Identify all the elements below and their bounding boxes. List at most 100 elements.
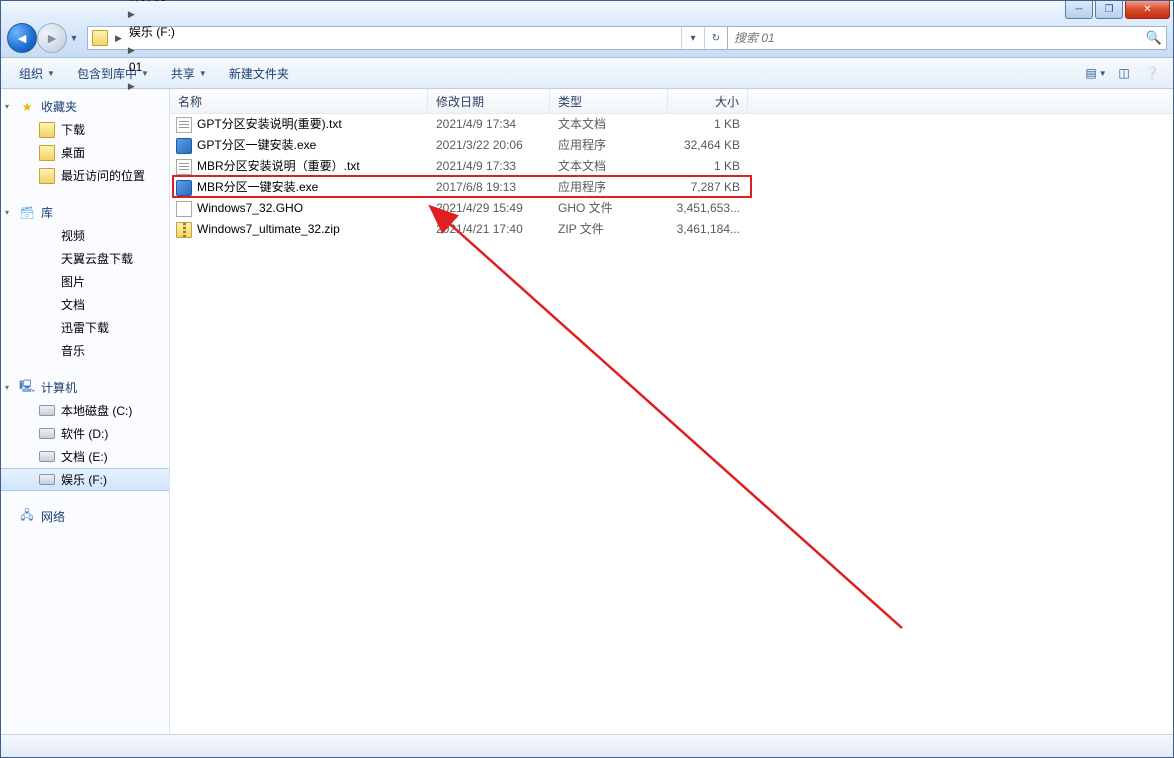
sidebar-item-label: 本地磁盘 (C:): [61, 402, 132, 419]
computer-icon: 🖳: [19, 380, 35, 396]
address-dropdown[interactable]: ▾: [681, 27, 704, 49]
column-header-type[interactable]: 类型: [550, 89, 668, 113]
exe-file-icon: [176, 180, 192, 196]
file-row[interactable]: Windows7_ultimate_32.zip2021/4/21 17:40Z…: [170, 219, 1173, 240]
search-input[interactable]: [732, 30, 1142, 46]
sidebar-item[interactable]: 最近访问的位置: [1, 164, 169, 187]
nav-buttons: ◄ ► ▼: [1, 23, 81, 53]
sidebar-item[interactable]: 本地磁盘 (C:): [1, 399, 169, 422]
sidebar-group-libraries: ▾ 🗃 库 视频天翼云盘下载图片文档迅雷下载音乐: [1, 201, 169, 362]
forward-button[interactable]: ►: [37, 23, 67, 53]
folder-icon: [39, 122, 55, 138]
lib-icon: [39, 297, 55, 313]
window-controls: ─ ❐ ✕: [1065, 1, 1170, 19]
file-type: GHO 文件: [550, 198, 668, 219]
sidebar-item[interactable]: 娱乐 (F:): [1, 468, 169, 491]
file-name: Windows7_32.GHO: [197, 198, 303, 219]
maximize-button[interactable]: ❐: [1095, 1, 1123, 19]
file-name: GPT分区安装说明(重要).txt: [197, 114, 342, 135]
history-dropdown[interactable]: ▼: [67, 24, 81, 52]
titlebar: ─ ❐ ✕ ◄ ► ▼ ▶ 计算机▶娱乐 (F:)▶01▶ ▾ ↻ 🔍: [1, 1, 1173, 58]
drive-icon: [39, 451, 55, 462]
file-row[interactable]: GPT分区一键安装.exe2021/3/22 20:06应用程序32,464 K…: [170, 135, 1173, 156]
new-folder-button[interactable]: 新建文件夹: [219, 61, 299, 86]
minimize-icon: ─: [1075, 4, 1082, 15]
zip-file-icon: [176, 222, 192, 238]
file-row[interactable]: MBR分区一键安装.exe2017/6/8 19:13应用程序7,287 KB: [170, 177, 1173, 198]
sidebar-item-label: 桌面: [61, 144, 85, 161]
lib-icon: [39, 274, 55, 290]
sidebar-item-label: 图片: [61, 273, 85, 290]
back-button[interactable]: ◄: [7, 23, 37, 53]
file-size: 3,461,184...: [668, 219, 748, 240]
view-menu[interactable]: ▤▼: [1083, 62, 1109, 84]
file-type: ZIP 文件: [550, 219, 668, 240]
sidebar-header-libraries[interactable]: ▾ 🗃 库: [1, 201, 169, 224]
search-box[interactable]: 🔍: [728, 26, 1167, 50]
sidebar-item-label: 软件 (D:): [61, 425, 108, 442]
chevron-down-icon: ▼: [199, 69, 207, 78]
chevron-down-icon: ▾: [690, 33, 695, 44]
file-type: 应用程序: [550, 135, 668, 156]
sidebar-item[interactable]: 文档: [1, 293, 169, 316]
lib-icon: [39, 251, 55, 267]
sidebar-item[interactable]: 软件 (D:): [1, 422, 169, 445]
folder-icon: [39, 145, 55, 161]
tree-collapse-icon[interactable]: ▾: [5, 208, 9, 217]
file-date: 2021/4/9 17:34: [428, 114, 550, 135]
sidebar-item[interactable]: 视频: [1, 224, 169, 247]
sidebar-header-computer[interactable]: ▾ 🖳 计算机: [1, 376, 169, 399]
address-search-wrap: ▶ 计算机▶娱乐 (F:)▶01▶ ▾ ↻ 🔍: [87, 26, 1167, 50]
sidebar-item-label: 娱乐 (F:): [61, 471, 107, 488]
lib-icon: [39, 320, 55, 336]
file-date: 2021/4/9 17:33: [428, 156, 550, 177]
tree-collapse-icon[interactable]: ▾: [5, 102, 9, 111]
chevron-right-icon[interactable]: ▶: [125, 9, 138, 19]
file-size: 32,464 KB: [668, 135, 748, 156]
column-header-date[interactable]: 修改日期: [428, 89, 550, 113]
sidebar-item-label: 下载: [61, 121, 85, 138]
sidebar-item[interactable]: 图片: [1, 270, 169, 293]
help-button[interactable]: ❔: [1139, 62, 1165, 84]
sidebar-header-network[interactable]: 🖧 网络: [1, 505, 169, 528]
exe-file-icon: [176, 138, 192, 154]
breadcrumb-segment[interactable]: 01: [125, 56, 179, 78]
txt-file-icon: [176, 159, 192, 175]
file-row[interactable]: GPT分区安装说明(重要).txt2021/4/9 17:34文本文档1 KB: [170, 114, 1173, 135]
tree-collapse-icon[interactable]: ▾: [5, 383, 9, 392]
sidebar-item[interactable]: 桌面: [1, 141, 169, 164]
body: ▾ ★ 收藏夹 下载桌面最近访问的位置 ▾ 🗃 库 视频天翼云盘下载图片文档迅雷…: [1, 89, 1173, 734]
address-bar[interactable]: ▶ 计算机▶娱乐 (F:)▶01▶ ▾ ↻: [87, 26, 728, 50]
sidebar-label: 计算机: [41, 379, 77, 396]
file-size: 1 KB: [668, 156, 748, 177]
column-headers: 名称 修改日期 类型 大小: [170, 89, 1173, 114]
sidebar-item[interactable]: 下载: [1, 118, 169, 141]
file-name: Windows7_ultimate_32.zip: [197, 219, 340, 240]
sidebar-header-favorites[interactable]: ▾ ★ 收藏夹: [1, 95, 169, 118]
sidebar-item-label: 视频: [61, 227, 85, 244]
file-row[interactable]: MBR分区安装说明（重要）.txt2021/4/9 17:33文本文档1 KB: [170, 156, 1173, 177]
sidebar-item[interactable]: 音乐: [1, 339, 169, 362]
sidebar-item[interactable]: 天翼云盘下载: [1, 247, 169, 270]
navigation-pane[interactable]: ▾ ★ 收藏夹 下载桌面最近访问的位置 ▾ 🗃 库 视频天翼云盘下载图片文档迅雷…: [1, 89, 170, 734]
minimize-button[interactable]: ─: [1065, 1, 1093, 19]
organize-label: 组织: [19, 65, 43, 82]
sidebar-label: 库: [41, 204, 53, 221]
refresh-icon: ↻: [712, 33, 720, 44]
organize-menu[interactable]: 组织▼: [9, 61, 65, 86]
breadcrumb-segment[interactable]: 计算机: [125, 0, 179, 6]
breadcrumb-segment[interactable]: 娱乐 (F:): [125, 20, 179, 42]
chevron-right-icon[interactable]: ▶: [112, 33, 125, 44]
sidebar-item[interactable]: 迅雷下载: [1, 316, 169, 339]
close-button[interactable]: ✕: [1125, 1, 1170, 19]
refresh-button[interactable]: ↻: [704, 27, 727, 49]
file-row[interactable]: Windows7_32.GHO2021/4/29 15:49GHO 文件3,45…: [170, 198, 1173, 219]
column-header-name[interactable]: 名称: [170, 89, 428, 113]
chevron-right-icon[interactable]: ▶: [125, 45, 138, 55]
preview-pane-toggle[interactable]: ◫: [1111, 62, 1137, 84]
chevron-right-icon[interactable]: ▶: [125, 81, 138, 91]
column-header-size[interactable]: 大小: [668, 89, 748, 113]
sidebar-item[interactable]: 文档 (E:): [1, 445, 169, 468]
network-icon: 🖧: [19, 509, 35, 525]
lib-icon: [39, 228, 55, 244]
